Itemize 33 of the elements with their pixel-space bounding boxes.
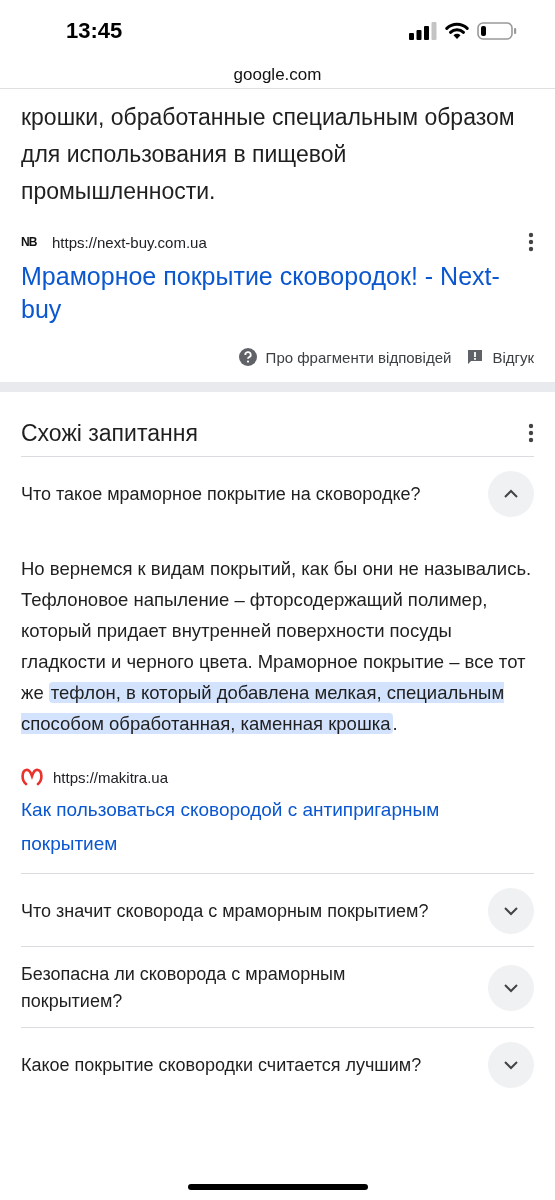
clock-time: 13:45 <box>66 18 123 44</box>
more-options-icon[interactable] <box>528 423 534 443</box>
section-heading: Схожі запитання <box>21 419 198 447</box>
feedback-icon <box>467 349 484 365</box>
answer-text: Но вернемся к видам покрытий, как бы они не назывались. Тефлоновое напыление – фторсодержащий полимер, который придает внутренней поверхности посуды гладкости и черного цвета. Мраморное покрытие – все тот же тефлон, в который добавлена мелкая, специальным способом обработанная, каменная крошка. <box>21 557 533 736</box>
chevron-down-icon <box>503 983 519 993</box>
collapse-button[interactable] <box>488 471 534 517</box>
feedback-link[interactable]: Відгук <box>467 348 534 366</box>
expand-button[interactable] <box>488 965 534 1011</box>
chevron-down-icon <box>503 906 519 916</box>
site-logo-icon <box>21 768 43 786</box>
chevron-up-icon <box>503 489 519 499</box>
question-text[interactable]: Какое покрытие сковородки считается лучшим? <box>21 1051 476 1079</box>
question-text[interactable]: Что значит сковорода с мраморным покрытием? <box>21 897 476 925</box>
source-url: https://next-buy.com.ua <box>52 233 208 251</box>
expand-button[interactable] <box>488 888 534 934</box>
wifi-icon <box>445 22 469 40</box>
expand-button[interactable] <box>488 1042 534 1088</box>
site-logo: NB <box>21 235 38 249</box>
home-indicator[interactable] <box>187 1184 368 1190</box>
question-text[interactable]: Что такое мраморное покрытие на сковородке? <box>21 480 476 508</box>
snippet-text: крошки, обработанные специальным образом для использования в пищевой промышленности. <box>21 103 516 206</box>
address-domain[interactable]: google.com <box>233 65 322 85</box>
battery-icon <box>477 22 517 40</box>
help-icon <box>238 348 257 366</box>
signal-icon <box>409 22 437 40</box>
more-options-icon[interactable] <box>528 232 534 252</box>
question-text[interactable]: Безопасна ли сковорода с мраморным покрытием? <box>21 961 476 1015</box>
source-url: https://makitra.ua <box>53 768 169 786</box>
chevron-down-icon <box>503 1060 519 1070</box>
source-link[interactable]: Как пользоваться сковородой с антипригарным покрытием <box>21 793 534 861</box>
result-title-link[interactable]: Мраморное покрытие сковородок! - Next-buy <box>21 260 534 326</box>
about-snippets-link[interactable]: Про фрагменти відповідей <box>238 348 452 366</box>
